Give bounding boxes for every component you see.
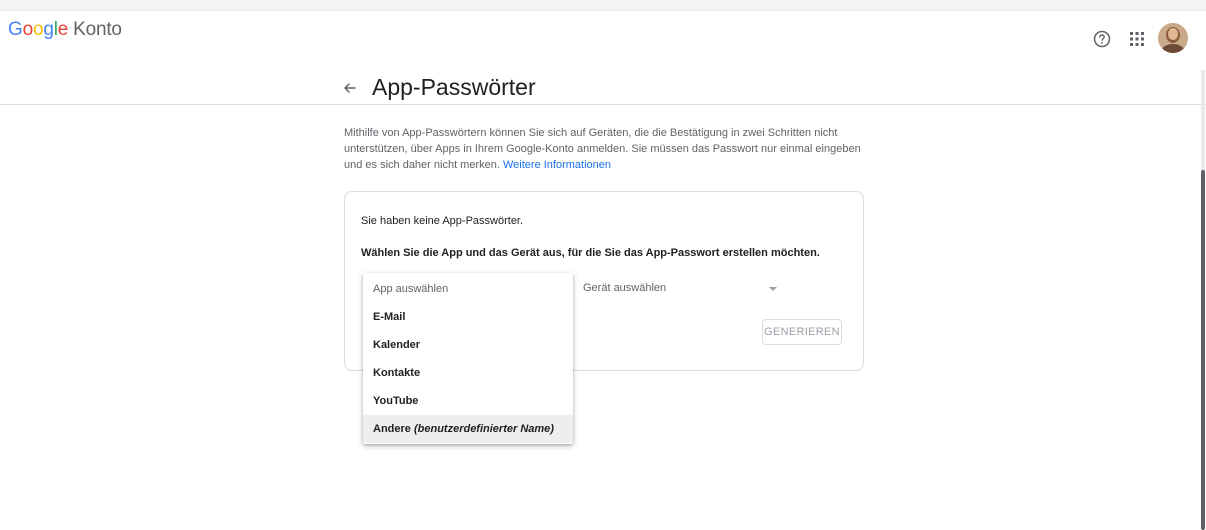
back-arrow-icon[interactable] bbox=[340, 78, 360, 98]
page-title: App-Passwörter bbox=[372, 74, 536, 100]
app-select-dropdown[interactable]: App auswählen E-Mail Kalender Kontakte Y… bbox=[363, 273, 573, 444]
google-konto-logo[interactable]: Google Konto bbox=[8, 19, 122, 41]
page-scrollbar[interactable] bbox=[1201, 70, 1205, 530]
product-name: Konto bbox=[73, 19, 122, 40]
logo-letter: e bbox=[57, 19, 69, 40]
no-passwords-text: Sie haben keine App-Passwörter. bbox=[361, 215, 524, 227]
help-icon[interactable] bbox=[1089, 26, 1115, 52]
app-select-placeholder[interactable]: App auswählen bbox=[363, 275, 573, 303]
choose-app-device-text: Wählen Sie die App und das Gerät aus, fü… bbox=[361, 247, 820, 259]
avatar[interactable] bbox=[1158, 23, 1188, 53]
generate-button[interactable]: GENERIEREN bbox=[762, 319, 842, 345]
dropdown-option-other-label: Andere (benutzerdefinierter Name) bbox=[373, 423, 554, 435]
dropdown-option-label: Kontakte bbox=[373, 367, 421, 379]
top-app-bar bbox=[0, 11, 1206, 66]
dropdown-option-email[interactable]: E-Mail bbox=[363, 303, 573, 331]
logo-letter: o bbox=[22, 19, 34, 40]
dropdown-option-label: E-Mail bbox=[373, 311, 406, 323]
device-select-label: Gerät auswählen bbox=[583, 282, 667, 294]
dropdown-option-label: Kalender bbox=[373, 339, 421, 351]
dropdown-option-other[interactable]: Andere (benutzerdefinierter Name) bbox=[363, 415, 573, 443]
dropdown-option-label: YouTube bbox=[373, 395, 419, 407]
other-label: Andere bbox=[373, 423, 411, 435]
other-hint: (benutzerdefinierter Name) bbox=[413, 423, 554, 435]
scrollbar-thumb[interactable] bbox=[1201, 170, 1205, 530]
subheader-bar bbox=[0, 66, 1206, 105]
logo-letter: g bbox=[43, 19, 54, 40]
dropdown-option-contacts[interactable]: Kontakte bbox=[363, 359, 573, 387]
browser-top-strip bbox=[0, 0, 1206, 11]
logo-letter: o bbox=[32, 19, 44, 40]
device-select[interactable]: Gerät auswählen bbox=[583, 278, 783, 298]
logo-letter: G bbox=[8, 19, 23, 40]
dropdown-option-calendar[interactable]: Kalender bbox=[363, 331, 573, 359]
intro-text: Mithilfe von App-Passwörtern können Sie … bbox=[344, 125, 864, 173]
apps-grid-icon[interactable] bbox=[1124, 26, 1150, 52]
dropdown-caret-icon bbox=[769, 287, 777, 291]
learn-more-link[interactable]: Weitere Informationen bbox=[503, 159, 611, 171]
dropdown-option-youtube[interactable]: YouTube bbox=[363, 387, 573, 415]
app-select-placeholder-label: App auswählen bbox=[373, 283, 449, 295]
